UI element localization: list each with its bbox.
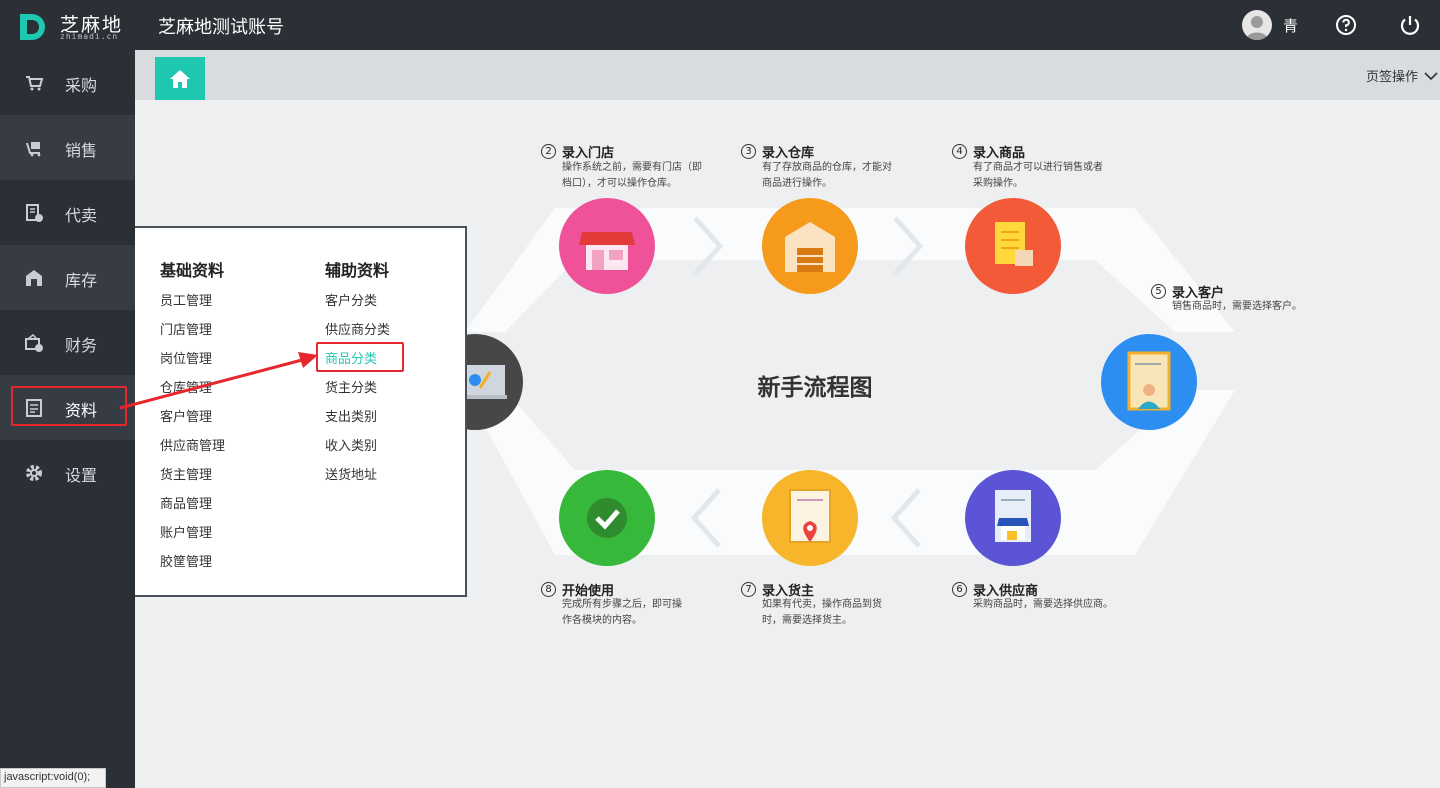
menu-link-crate[interactable]: 胶筐管理: [160, 551, 212, 570]
step-desc-line: 如果有代卖，操作商品到货: [762, 599, 882, 610]
power-icon[interactable]: [1398, 13, 1422, 37]
sidebar-highlight-box: [11, 386, 127, 426]
sidebar-item-label: 采购: [65, 76, 98, 95]
account-title: 芝麻地测试账号: [158, 17, 284, 38]
menu-link-supplier[interactable]: 供应商管理: [160, 435, 225, 454]
sales-cart-icon: [26, 142, 41, 157]
step-number: 4: [952, 144, 967, 159]
step-3-heading: 3 录入仓库: [741, 142, 814, 161]
highlight-box: [316, 342, 404, 372]
logo[interactable]: 芝麻地 zhimadi.cn: [18, 10, 128, 42]
step-number: 3: [741, 144, 756, 159]
menu-link-expense-type[interactable]: 支出类别: [325, 406, 377, 425]
customer-card-icon: [1127, 351, 1171, 411]
tab-home[interactable]: [155, 57, 205, 100]
step-number: 6: [952, 582, 967, 597]
step-2-heading: 2 录入门店: [541, 142, 614, 161]
basic-data-heading: 基础资料: [160, 261, 225, 280]
menu-link-customer[interactable]: 客户管理: [160, 406, 212, 425]
step-number: 7: [741, 582, 756, 597]
consign-icon: [26, 204, 43, 222]
aux-data-heading: 辅助资料: [325, 261, 390, 280]
step-desc-line: 有了商品才可以进行销售或者: [973, 162, 1103, 173]
step-title: 录入门店: [562, 146, 615, 161]
step-desc-line: 销售商品时，需要选择客户。: [1172, 301, 1302, 312]
supplier-shop-icon: [995, 490, 1031, 542]
step-desc-line: 时，需要选择货主。: [762, 615, 852, 626]
sidebar-item-finance[interactable]: 财务: [0, 310, 135, 375]
menu-link-income-type[interactable]: 收入类别: [325, 435, 377, 454]
menu-link-owner[interactable]: 货主管理: [160, 464, 212, 483]
top-bar: 芝麻地 zhimadi.cn 芝麻地测试账号 青: [0, 0, 1440, 50]
sidebar-item-inventory[interactable]: 库存: [0, 245, 135, 310]
home-icon: [170, 69, 190, 88]
menu-link-customer-category[interactable]: 客户分类: [325, 290, 377, 309]
sidebar-item-purchase[interactable]: 采购: [0, 50, 135, 115]
step-title: 录入商品: [973, 146, 1026, 161]
cart-icon: [26, 76, 44, 91]
user-avatar-icon: [1246, 16, 1268, 40]
step-desc-line: 完成所有步骤之后，即可操: [562, 599, 682, 610]
step-title: 录入仓库: [762, 146, 815, 161]
step-desc-line: 档口），才可以操作仓库。: [562, 178, 677, 189]
computer-icon: [461, 365, 507, 399]
sidebar-item-label: 库存: [65, 271, 98, 290]
tab-operations-label: 页签操作: [1365, 70, 1418, 85]
step-number: 5: [1151, 284, 1166, 299]
avatar[interactable]: [1242, 10, 1272, 40]
sidebar-item-settings[interactable]: 设置: [0, 440, 135, 505]
step-desc-line: 采购商品时，需要选择供应商。: [973, 599, 1113, 610]
logo-subtext: zhimadi.cn: [60, 32, 119, 41]
sidebar-item-label: 财务: [65, 336, 98, 355]
step-desc-line: 商品进行操作。: [762, 178, 832, 189]
user-name: 青: [1283, 16, 1299, 35]
check-icon: [587, 498, 627, 538]
data-submenu-panel: 基础资料 员工管理 门店管理 岗位管理 仓库管理 客户管理 供应商管理 货主管理…: [135, 226, 467, 597]
sidebar-item-sales[interactable]: 销售: [0, 115, 135, 180]
user-menu[interactable]: 青: [1242, 9, 1298, 41]
flow-title: 新手流程图: [757, 375, 873, 401]
logo-mark-icon: [20, 14, 45, 40]
menu-link-delivery-address[interactable]: 送货地址: [325, 464, 377, 483]
sidebar-item-label: 设置: [65, 466, 98, 485]
menu-link-position[interactable]: 岗位管理: [160, 348, 212, 367]
finance-icon: [25, 333, 43, 352]
step-3-desc: 有了存放商品的仓库，才能对 商品进行操作。: [762, 160, 892, 192]
owner-location-icon: [789, 489, 831, 543]
warehouse-icon: [26, 270, 42, 286]
help-icon[interactable]: [1334, 13, 1358, 37]
browser-status-bar: javascript:void(0);: [0, 768, 106, 788]
step-desc-line: 作各模块的内容。: [562, 615, 642, 626]
step-2-desc: 操作系统之前，需要有门店（即 档口），才可以操作仓库。: [562, 160, 702, 192]
tab-operations-dropdown[interactable]: 页签操作: [1366, 66, 1438, 85]
step-8-desc: 完成所有步骤之后，即可操 作各模块的内容。: [562, 597, 682, 629]
step-desc-line: 操作系统之前，需要有门店（即: [562, 162, 702, 173]
step-number: 8: [541, 582, 556, 597]
step-number: 2: [541, 144, 556, 159]
gear-icon: [26, 465, 42, 481]
menu-link-warehouse[interactable]: 仓库管理: [160, 377, 212, 396]
sidebar-item-label: 代卖: [65, 206, 98, 225]
step-4-heading: 4 录入商品: [952, 142, 1025, 161]
sidebar-item-label: 销售: [65, 141, 98, 160]
step-5-desc: 销售商品时，需要选择客户。: [1172, 299, 1302, 315]
menu-link-supplier-category[interactable]: 供应商分类: [325, 319, 390, 338]
menu-link-account[interactable]: 账户管理: [160, 522, 212, 541]
tab-bar: 页签操作: [135, 50, 1440, 100]
step-desc-line: 有了存放商品的仓库，才能对: [762, 162, 892, 173]
menu-link-product[interactable]: 商品管理: [160, 493, 212, 512]
menu-link-store[interactable]: 门店管理: [160, 319, 212, 338]
step-desc-line: 采购操作。: [973, 178, 1023, 189]
store-icon: [579, 232, 635, 270]
step-4-desc: 有了商品才可以进行销售或者 采购操作。: [973, 160, 1103, 192]
menu-link-employee[interactable]: 员工管理: [160, 290, 212, 309]
step-7-desc: 如果有代卖，操作商品到货 时，需要选择货主。: [762, 597, 882, 629]
sidebar-item-consign[interactable]: 代卖: [0, 180, 135, 245]
step-6-desc: 采购商品时，需要选择供应商。: [973, 597, 1113, 613]
menu-link-owner-category[interactable]: 货主分类: [325, 377, 377, 396]
chevron-down-icon: [1424, 71, 1438, 80]
